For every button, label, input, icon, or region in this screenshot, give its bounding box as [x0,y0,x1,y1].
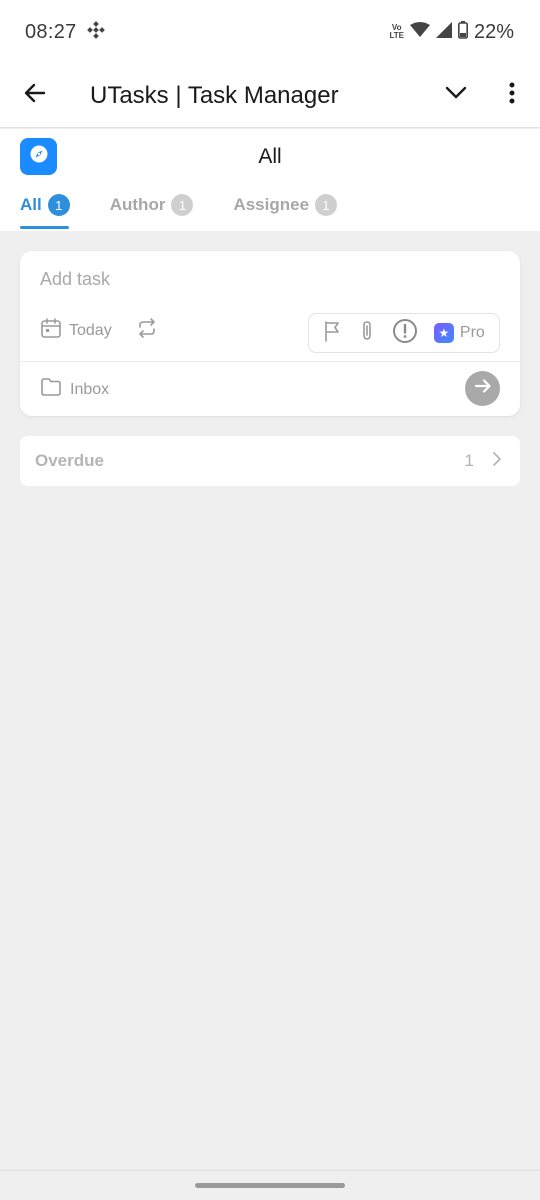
tab-label: Author [109,195,166,214]
card-divider [20,361,520,362]
system-nav-bar [0,1170,540,1200]
pro-tools-group: ★ Pro [308,313,500,353]
active-tab-indicator [20,226,69,229]
tab-bar: All 1 Author 1 Assignee 1 [20,191,338,219]
due-date-button[interactable]: Today [40,317,112,344]
chevron-right-icon [492,451,502,472]
submit-task-button[interactable] [465,371,500,406]
repeat-icon [136,317,158,344]
tab-label: Assignee [233,195,310,214]
project-label: Inbox [70,380,110,398]
battery-icon [457,20,468,44]
attachment-icon[interactable] [359,320,375,347]
count-badge: 1 [47,194,70,216]
app-title: UTasks | Task Manager [90,81,339,109]
section-label: Overdue [35,451,104,470]
tab-all[interactable]: All 1 [20,191,70,219]
star-icon: ★ [433,323,454,343]
add-task-input[interactable] [40,267,500,291]
binance-icon [86,20,105,44]
add-task-card: Today ★ Pro Inbox [20,251,520,416]
count-badge: 1 [315,194,338,216]
signal-icon [435,21,452,43]
status-time: 08:27 [25,20,77,43]
list-title: All [258,145,282,168]
section-count: 1 [464,451,474,470]
home-gesture-handle[interactable] [195,1183,345,1188]
calendar-icon [40,317,62,344]
tab-label: All [20,195,42,214]
status-bar: 08:27 Vo LTE 22% [0,0,540,64]
repeat-button[interactable] [136,317,158,344]
chevron-down-icon [445,86,467,105]
folder-icon [40,377,62,402]
overdue-section-row[interactable]: Overdue 1 [20,436,520,486]
volte-indicator: Vo LTE [389,23,404,40]
pro-label: Pro [459,324,485,341]
wifi-icon [409,21,430,43]
app-bar: UTasks | Task Manager [0,64,540,128]
tab-author[interactable]: Author 1 [110,191,194,219]
overflow-menu-button[interactable] [484,64,540,128]
tab-assignee[interactable]: Assignee 1 [233,191,338,219]
dropdown-button[interactable] [428,64,484,128]
task-options-row: Today [40,317,158,344]
priority-icon[interactable] [392,318,418,349]
project-selector[interactable]: Inbox [40,377,109,402]
back-button[interactable] [0,64,70,128]
battery-percentage: 22% [473,20,514,43]
arrow-right-icon [474,377,492,400]
due-date-label: Today [69,321,112,339]
list-header: All All 1 Author 1 Assignee 1 [0,129,540,231]
arrow-left-icon [23,81,47,110]
pro-button[interactable]: ★ Pro [433,323,485,343]
flag-icon[interactable] [323,320,343,347]
more-vert-icon [509,82,515,109]
count-badge: 1 [171,194,194,216]
